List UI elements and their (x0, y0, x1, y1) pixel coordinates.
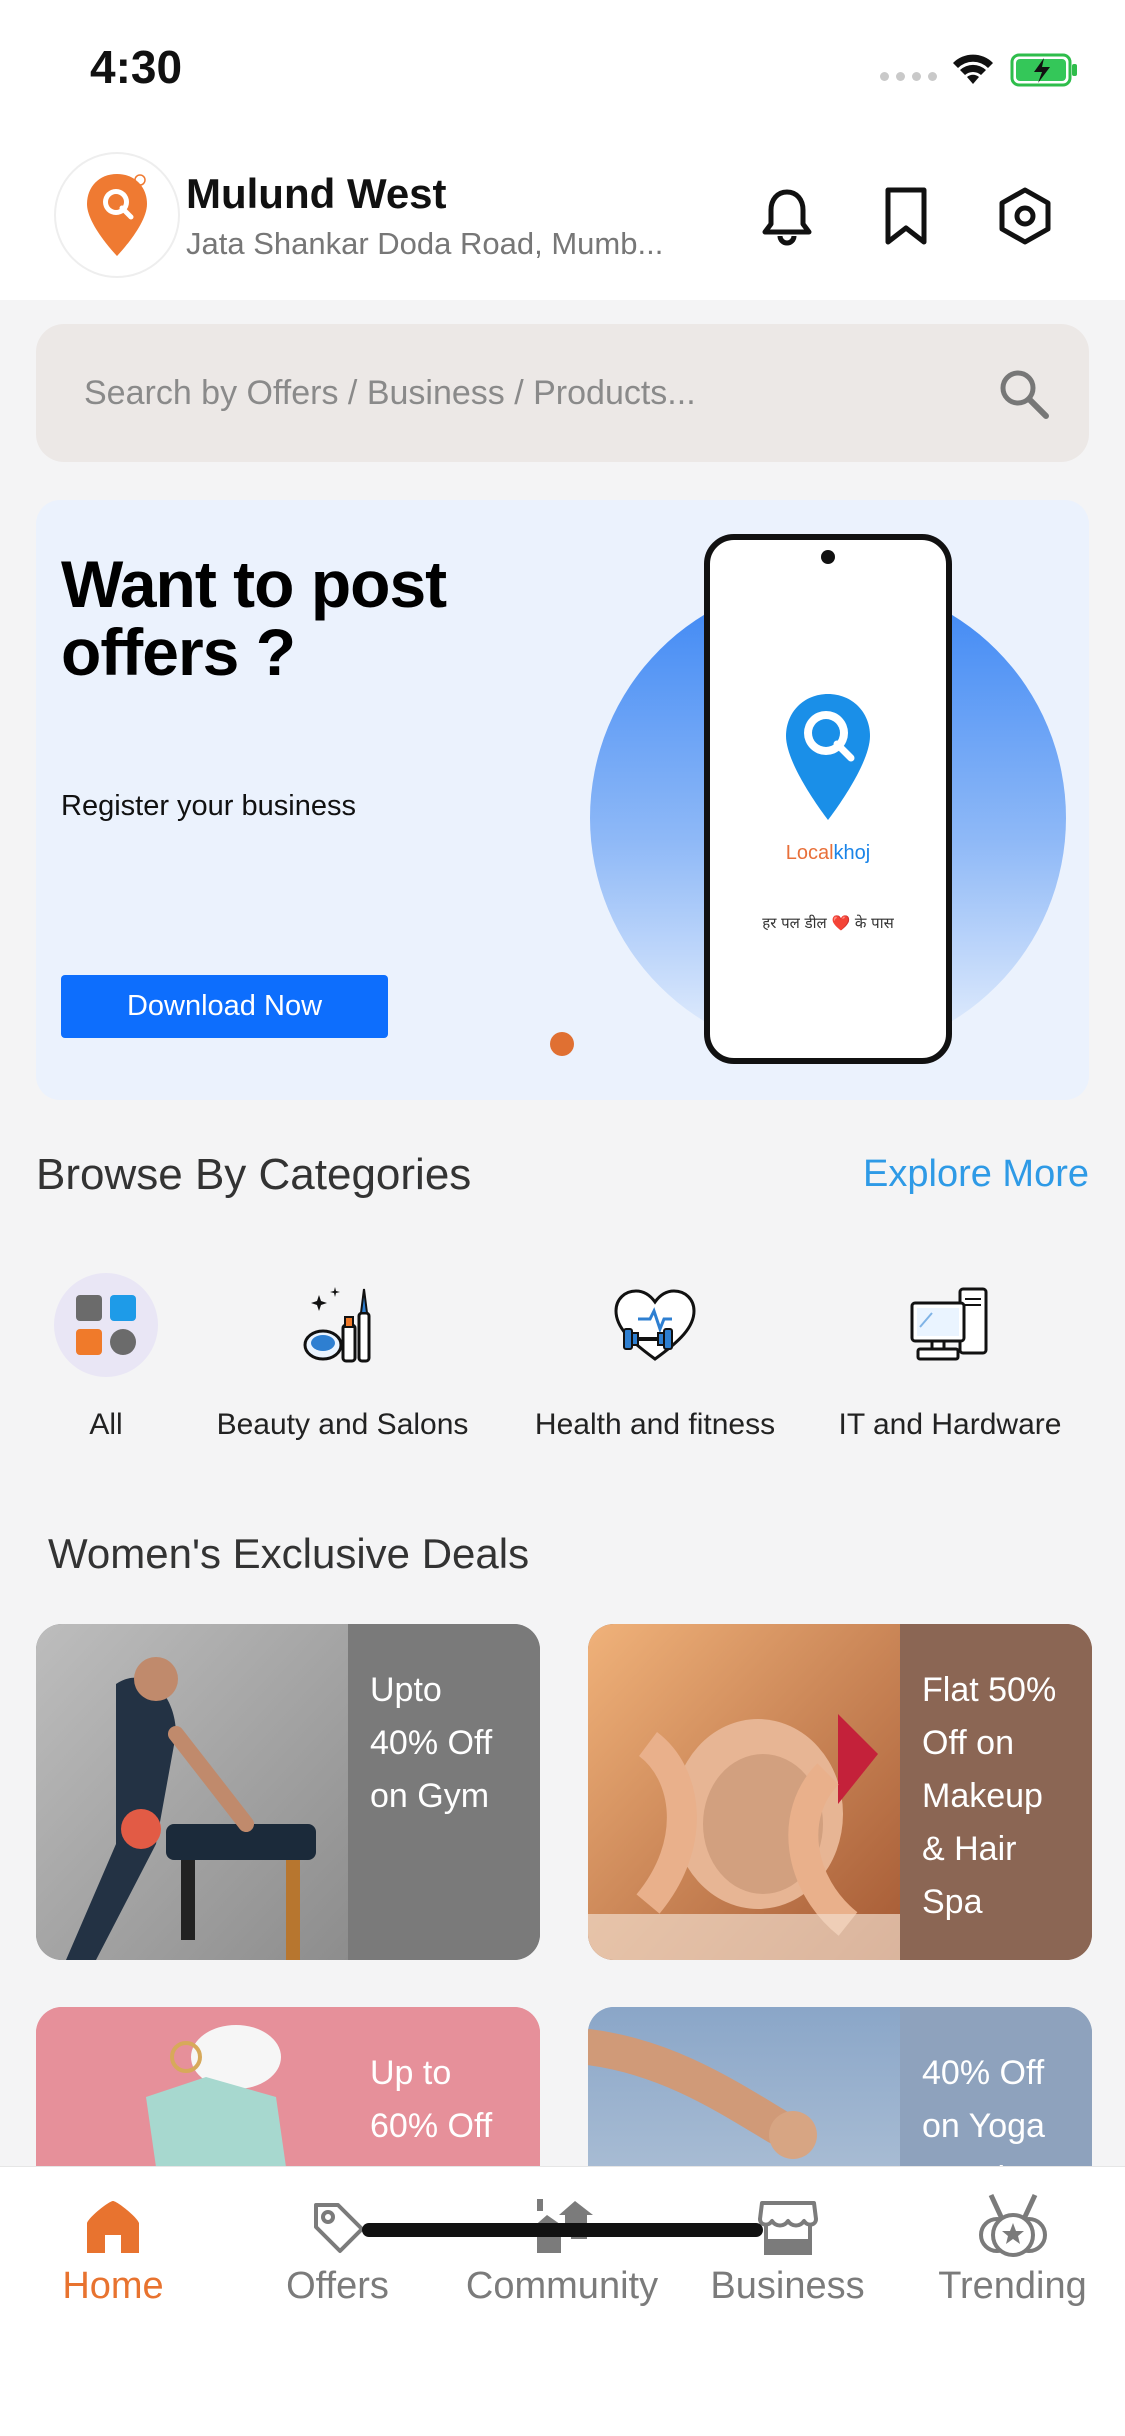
bottom-nav: Home Offers Community Business Trending (0, 2166, 1125, 2436)
brand-local: Local (785, 842, 834, 864)
deals-title: Women's Exclusive Deals (48, 1530, 530, 1577)
price-tag-icon (313, 2203, 364, 2253)
bell-icon (762, 189, 812, 246)
heart-dumbbell-icon (614, 1289, 696, 1361)
spa-photo (588, 1624, 900, 1960)
gym-photo (36, 1624, 348, 1960)
cosmetics-icon (303, 1287, 370, 1363)
settings-hexagon-icon (999, 187, 1051, 245)
category-it-hardware[interactable]: IT and Hardware (830, 1270, 1070, 1442)
award-medal-icon (978, 2193, 1047, 2257)
search-bar[interactable] (36, 324, 1089, 462)
category-beauty[interactable]: Beauty and Salons (210, 1270, 475, 1442)
deal-text: Flat 50% Off on Makeup & Hair Spa (900, 1624, 1092, 1960)
settings-button[interactable] (995, 186, 1055, 246)
category-health[interactable]: Health and fitness (520, 1270, 790, 1442)
wifi-icon (953, 54, 993, 84)
location-avatar[interactable] (54, 152, 180, 278)
nav-label: Trending (938, 2265, 1087, 2307)
category-all-icon-wrap (51, 1270, 161, 1380)
nav-label: Offers (286, 2265, 389, 2307)
location-title[interactable]: Mulund West (186, 170, 447, 218)
nav-business[interactable]: Business (700, 2191, 875, 2308)
phone-camera (821, 550, 835, 564)
home-icon (73, 2191, 153, 2263)
phone-brand: Localkhoj (710, 842, 946, 865)
nav-community[interactable]: Community (452, 2191, 672, 2308)
download-now-button[interactable]: Download Now (61, 975, 388, 1038)
banner-subtitle: Register your business (61, 790, 356, 822)
explore-more-link[interactable]: Explore More (863, 1153, 1089, 1196)
nav-label: Community (465, 2265, 659, 2307)
category-label: All (89, 1408, 123, 1441)
category-label: Health and fitness (534, 1408, 776, 1441)
medal-icon (973, 2191, 1053, 2263)
localkhoj-logo-icon (786, 694, 870, 820)
nav-offers[interactable]: Offers (270, 2191, 405, 2308)
shop-icon (757, 2201, 818, 2255)
bookmark-icon (885, 187, 927, 245)
phone-tagline: हर पल डील ❤️ के पास (762, 914, 894, 932)
nav-label: Business (710, 2265, 865, 2307)
home-indicator[interactable] (362, 2223, 763, 2237)
brand-khoj: khoj (833, 842, 871, 864)
grid-squares-icon (76, 1295, 136, 1355)
location-pin-icon (87, 174, 147, 256)
beauty-icon (288, 1270, 398, 1380)
category-all[interactable]: All (51, 1270, 161, 1442)
house-icon (87, 2201, 139, 2253)
deal-text: Upto 40% Off on Gym (348, 1624, 540, 1960)
category-label: Beauty and Salons (216, 1408, 469, 1441)
deal-card-gym[interactable]: Upto 40% Off on Gym (36, 1624, 540, 1960)
top-header: 4:30 Mulund West Jata Shankar Doda Road,… (0, 0, 1125, 300)
nav-home[interactable]: Home (48, 2191, 178, 2308)
nav-label: Home (62, 2265, 164, 2307)
carousel-dot[interactable] (550, 1032, 574, 1056)
location-subtitle[interactable]: Jata Shankar Doda Road, Mumb... (186, 226, 686, 262)
banner-title: Want to post offers ? (61, 547, 447, 689)
nav-trending[interactable]: Trending (925, 2191, 1100, 2308)
phone-mockup: Localkhoj हर पल डील ❤️ के पास (704, 534, 952, 1064)
search-input[interactable] (84, 324, 964, 462)
bookmark-button[interactable] (876, 186, 936, 246)
signal-icon (880, 72, 937, 81)
category-label: IT and Hardware (838, 1408, 1062, 1441)
desktop-computer-icon (910, 1287, 988, 1361)
computer-icon (895, 1270, 1005, 1380)
search-icon[interactable] (996, 366, 1052, 422)
grid-icon (54, 1273, 158, 1377)
deal-card-spa[interactable]: Flat 50% Off on Makeup & Hair Spa (588, 1624, 1092, 1960)
battery-icon (1010, 53, 1077, 87)
fitness-heart-icon (600, 1270, 710, 1380)
categories-title: Browse By Categories (36, 1150, 472, 1199)
notification-button[interactable] (757, 186, 817, 246)
promo-banner[interactable]: Want to post offers ? Register your busi… (36, 500, 1089, 1100)
status-time: 4:30 (90, 41, 183, 93)
